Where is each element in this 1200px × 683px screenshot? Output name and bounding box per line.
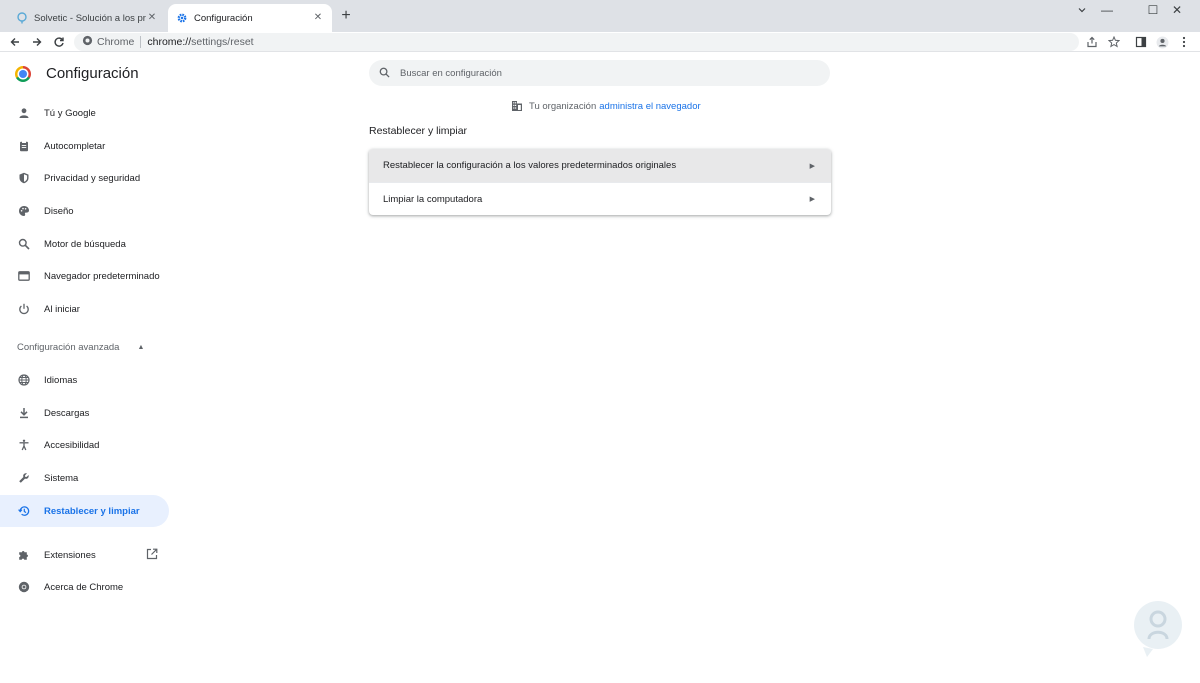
sidebar-item-label: Tú y Google xyxy=(44,107,96,119)
page-title: Configuración xyxy=(46,65,139,82)
tab-solvetic[interactable]: Solvetic - Solución a los problem ✕ xyxy=(8,4,166,32)
managed-notice: Tu organización administra el navegador xyxy=(511,100,701,112)
forward-button[interactable] xyxy=(29,34,45,50)
row-label: Restablecer la configuración a los valor… xyxy=(383,160,677,171)
accessibility-icon xyxy=(17,438,31,452)
sidebar-item-label: Accesibilidad xyxy=(44,439,100,451)
sidebar-item-accessibility[interactable]: Accesibilidad xyxy=(0,429,169,461)
forward-arrow-icon xyxy=(33,38,42,46)
sidebar-advanced-toggle[interactable]: Configuración avanzada ▲ xyxy=(17,342,144,353)
sidebar-item-privacy[interactable]: Privacidad y seguridad xyxy=(0,162,169,194)
site-label: Chrome xyxy=(97,36,135,48)
minimize-button[interactable]: — xyxy=(1084,0,1130,20)
row-label: Limpiar la computadora xyxy=(383,193,483,205)
arrow-right-icon: ▶ xyxy=(809,196,815,203)
settings-search-input[interactable]: Buscar en configuración xyxy=(369,60,830,86)
external-link-icon[interactable] xyxy=(146,548,160,562)
sidebar-item-label: Motor de búsqueda xyxy=(44,238,126,250)
wrench-icon xyxy=(17,471,31,485)
sidebar-item-on-startup[interactable]: Al iniciar xyxy=(0,293,169,325)
globe-icon xyxy=(17,373,31,387)
sidebar-item-label: Autocompletar xyxy=(44,140,106,152)
sidebar-item-downloads[interactable]: Descargas xyxy=(0,397,169,429)
settings-header: Configuración xyxy=(15,65,139,82)
new-tab-button[interactable]: + xyxy=(338,8,354,24)
close-window-button[interactable]: ✕ xyxy=(1154,0,1200,20)
sidebar-item-you-and-google[interactable]: Tú y Google xyxy=(0,97,169,129)
clean-up-computer-row[interactable]: Limpiar la computadora ▶ xyxy=(369,182,831,215)
bookmark-star-icon[interactable] xyxy=(1106,34,1122,50)
sidebar-item-system[interactable]: Sistema xyxy=(0,462,169,494)
close-tab-icon[interactable]: ✕ xyxy=(312,12,324,24)
sidebar-item-search-engine[interactable]: Motor de búsqueda xyxy=(0,228,169,260)
settings-page: Configuración Buscar en configuración Tú… xyxy=(0,53,1200,683)
search-placeholder: Buscar en configuración xyxy=(400,67,502,79)
sidebar-item-label: Descargas xyxy=(44,407,90,419)
sidebar-item-reset-and-clean[interactable]: Restablecer y limpiar xyxy=(0,495,169,527)
sidebar-item-label: Navegador predeterminado xyxy=(44,270,160,282)
reset-settings-card: Restablecer la configuración a los valor… xyxy=(369,149,831,215)
download-icon xyxy=(17,406,31,420)
sidebar-item-label: Restablecer y limpiar xyxy=(44,505,140,517)
browser-toolbar: Chrome chrome:// settings/reset xyxy=(0,32,1200,52)
managed-browser-link[interactable]: administra el navegador xyxy=(599,101,700,112)
puzzle-icon xyxy=(17,548,31,562)
palette-icon xyxy=(17,204,31,218)
sidebar-item-autofill[interactable]: Autocompletar xyxy=(0,130,169,162)
sidebar-item-label: Extensiones xyxy=(44,549,96,561)
sidebar-item-label: Idiomas xyxy=(44,374,78,386)
sidebar-item-languages[interactable]: Idiomas xyxy=(0,364,169,396)
profile-avatar-icon[interactable] xyxy=(1154,34,1170,50)
more-menu-icon[interactable] xyxy=(1176,34,1192,50)
search-icon xyxy=(379,66,390,81)
power-icon xyxy=(17,302,31,316)
advanced-section-label: Configuración avanzada xyxy=(17,342,120,353)
sidebar-item-label: Acerca de Chrome xyxy=(44,581,124,593)
sidebar-item-default-browser[interactable]: Navegador predeterminado xyxy=(0,260,169,292)
sidebar-item-appearance[interactable]: Diseño xyxy=(0,195,169,227)
chrome-logo-icon xyxy=(15,65,31,82)
shield-icon xyxy=(17,171,31,185)
sidebar-item-label: Al iniciar xyxy=(44,303,80,315)
gear-icon xyxy=(176,12,188,24)
share-icon[interactable] xyxy=(1084,34,1100,50)
section-title: Restablecer y limpiar xyxy=(369,125,468,137)
tab-title: Solvetic - Solución a los problem xyxy=(34,12,146,24)
clipboard-icon xyxy=(17,139,31,153)
search-icon xyxy=(17,237,31,251)
back-arrow-icon xyxy=(10,38,19,46)
caret-up-icon: ▲ xyxy=(137,344,145,351)
tab-configuracion[interactable]: Configuración ✕ xyxy=(168,4,332,32)
sidebar-item-label: Sistema xyxy=(44,472,79,484)
solvetic-icon xyxy=(16,12,28,24)
tab-title: Configuración xyxy=(194,12,253,24)
building-icon xyxy=(511,100,523,112)
tab-strip: Solvetic - Solución a los problem ✕ Conf… xyxy=(0,0,1200,32)
sidebar-item-label: Privacidad y seguridad xyxy=(44,172,141,184)
omnibox-divider xyxy=(140,36,142,48)
arrow-right-icon: ▶ xyxy=(809,162,815,170)
browser-icon xyxy=(17,269,31,283)
managed-notice-text: Tu organización xyxy=(529,100,597,112)
side-panel-icon[interactable] xyxy=(1133,34,1149,50)
sidebar-item-extensions[interactable]: Extensiones xyxy=(0,539,169,571)
chrome-icon xyxy=(17,580,31,594)
sidebar-item-label: Diseño xyxy=(44,205,74,217)
url-path: settings/reset xyxy=(191,36,254,48)
chrome-icon xyxy=(82,35,93,49)
sidebar-item-about-chrome[interactable]: Acerca de Chrome xyxy=(0,571,169,603)
reset-to-defaults-row[interactable]: Restablecer la configuración a los valor… xyxy=(369,149,831,182)
back-button[interactable] xyxy=(7,34,23,50)
reload-button[interactable] xyxy=(51,34,67,50)
address-bar[interactable]: Chrome chrome:// settings/reset xyxy=(74,33,1079,51)
url-host: chrome:// xyxy=(147,36,192,48)
reload-icon xyxy=(54,37,64,47)
restore-icon xyxy=(17,504,31,518)
person-icon xyxy=(17,106,31,120)
close-tab-icon[interactable]: ✕ xyxy=(146,12,158,24)
solvetic-watermark-logo xyxy=(1129,599,1187,663)
